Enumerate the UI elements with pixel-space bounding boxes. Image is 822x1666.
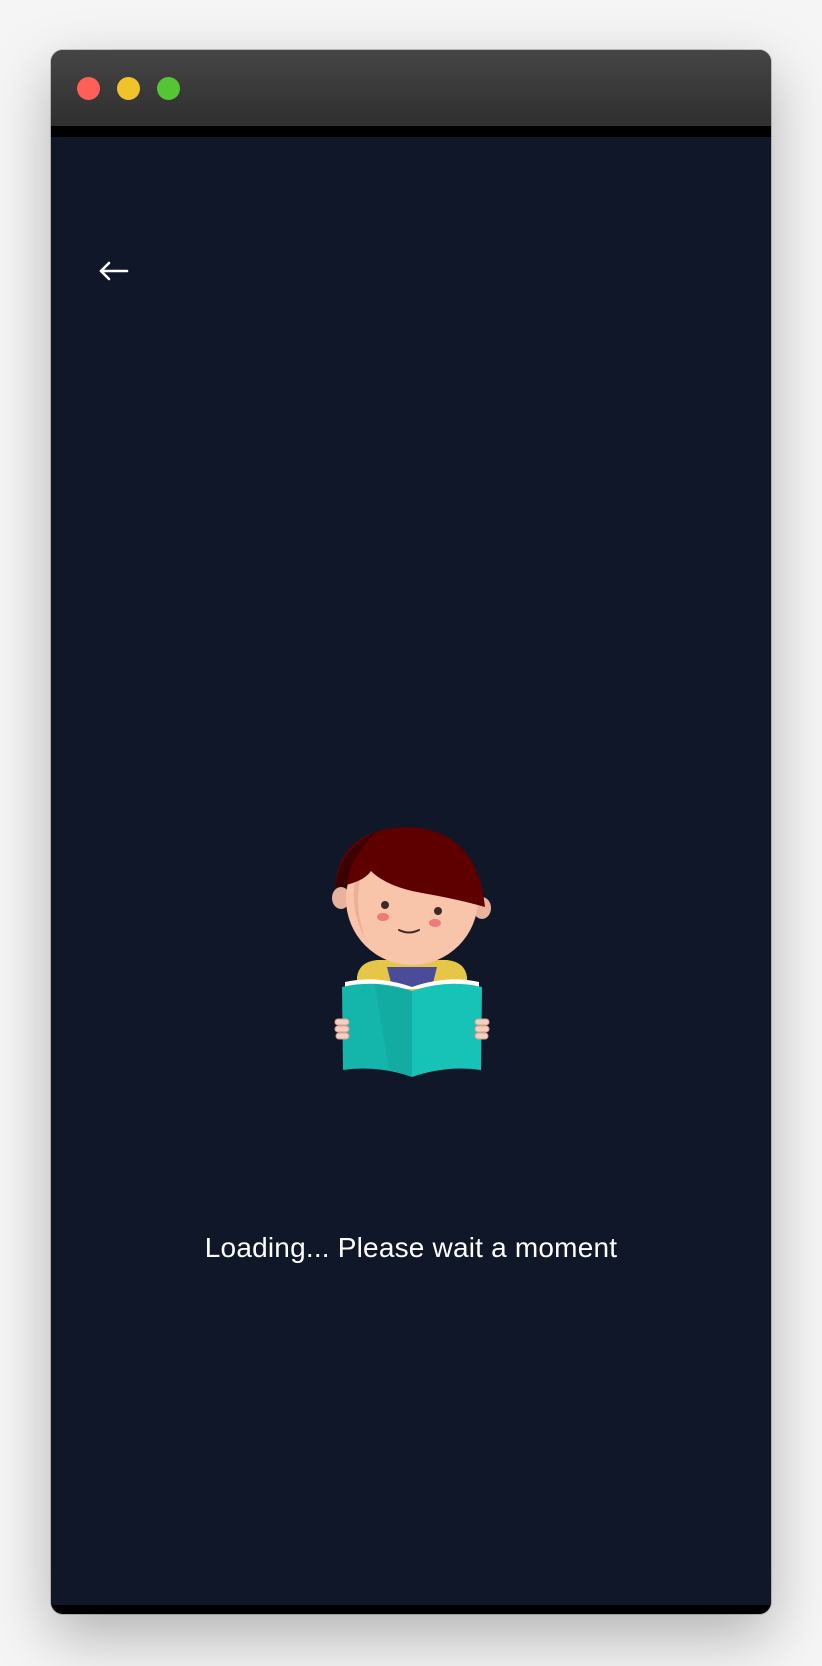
zoom-window-button[interactable] bbox=[157, 77, 180, 100]
window-titlebar bbox=[51, 50, 771, 126]
close-window-button[interactable] bbox=[77, 77, 100, 100]
app-window: Loading... Please wait a moment bbox=[51, 50, 771, 1614]
loading-screen: Loading... Please wait a moment bbox=[51, 137, 771, 1605]
loading-message: Loading... Please wait a moment bbox=[204, 1232, 618, 1263]
reading-child-illustration bbox=[332, 827, 491, 1077]
minimize-window-button[interactable] bbox=[117, 77, 140, 100]
arrow-left-icon bbox=[99, 261, 129, 281]
back-button[interactable] bbox=[91, 249, 135, 293]
